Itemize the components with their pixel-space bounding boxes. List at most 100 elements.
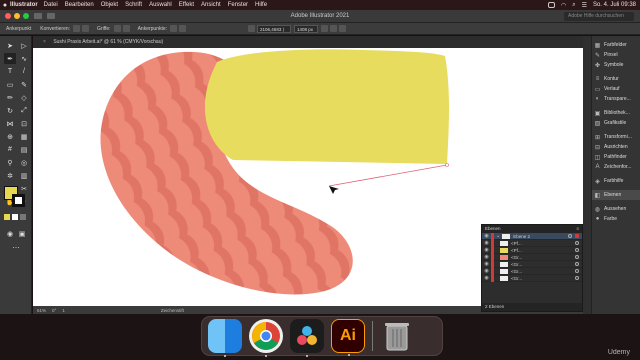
gradient-tool-icon[interactable]: ▤ — [18, 144, 30, 155]
none-mode-icon[interactable] — [20, 214, 26, 220]
eyedropper-tool-icon[interactable]: ⚲ — [4, 157, 16, 168]
panel-kontur[interactable]: ≡ Kontur — [592, 74, 640, 84]
brush-tool-icon[interactable]: ✎ — [18, 79, 30, 90]
perspective-tool-icon[interactable]: ▦ — [18, 131, 30, 142]
menu-fenster[interactable]: Fenster — [228, 2, 248, 8]
visibility-eye-icon[interactable]: ◉ — [482, 254, 491, 260]
arrange-icon[interactable] — [339, 25, 347, 32]
menu-hilfe[interactable]: Hilfe — [255, 2, 267, 8]
menu-effekt[interactable]: Effekt — [179, 2, 194, 8]
panel-bibliotheken[interactable]: ▣ Bibliothek... — [592, 108, 640, 118]
eraser-tool-icon[interactable]: ◇ — [18, 92, 30, 103]
graph-tool-icon[interactable]: ▥ — [18, 170, 30, 181]
pencil-tool-icon[interactable]: ✏ — [4, 92, 16, 103]
panel-zeichenformate[interactable]: A Zeichenfor... — [592, 162, 640, 172]
panel-ausrichten[interactable]: ⊟ Ausrichten — [592, 142, 640, 152]
width-tool-icon[interactable]: ⋈ — [4, 118, 16, 129]
apple-icon[interactable]: ● — [0, 2, 10, 9]
visibility-eye-icon[interactable]: ◉ — [482, 268, 491, 274]
panel-grafikstile[interactable]: ▧ Grafikstile — [592, 118, 640, 128]
scale-tool-icon[interactable]: ⤢ — [18, 105, 30, 116]
menu-datei[interactable]: Datei — [44, 2, 58, 8]
rectangle-tool-icon[interactable]: ▭ — [4, 79, 16, 90]
draw-mode-icon[interactable]: ◉ — [4, 228, 16, 239]
blend-tool-icon[interactable]: ◎ — [18, 157, 30, 168]
panel-farbfelder[interactable]: ▦ Farbfelder — [592, 40, 640, 50]
davinci-resolve-icon[interactable] — [290, 319, 324, 357]
convert-smooth-icon[interactable] — [82, 25, 90, 32]
target-icon[interactable] — [575, 255, 579, 259]
layer-row[interactable]: ◉ <Gr... — [482, 267, 582, 275]
layer-name[interactable]: Ebene 2 — [513, 234, 568, 239]
mesh-tool-icon[interactable]: # — [4, 144, 16, 155]
panel-farbe[interactable]: ● Farbe — [592, 214, 640, 224]
target-icon[interactable] — [575, 248, 579, 252]
layer-row-parent[interactable]: ◉ ⌄ Ebene 2 — [482, 232, 582, 240]
menu-bearbeiten[interactable]: Bearbeiten — [65, 2, 94, 8]
control-center-icon[interactable]: ☰ — [582, 2, 587, 9]
layer-row[interactable]: ◉ <Pf... — [482, 246, 582, 254]
close-tab-icon[interactable]: × — [43, 39, 46, 45]
yellow-shape[interactable] — [204, 49, 449, 164]
screen-mode-icon[interactable]: ▣ — [16, 228, 28, 239]
menu-ansicht[interactable]: Ansicht — [201, 2, 221, 8]
layer-row[interactable]: ◉ <Pf... — [482, 239, 582, 247]
visibility-eye-icon[interactable]: ◉ — [482, 261, 491, 267]
chrome-icon[interactable] — [249, 319, 283, 357]
trash-icon[interactable] — [380, 319, 414, 353]
panel-pathfinder[interactable]: ◫ Pathfinder — [592, 152, 640, 162]
battery-icon[interactable] — [547, 2, 555, 8]
panel-farbhilfe[interactable]: ◈ Farbhilfe — [592, 176, 640, 186]
panel-verlauf[interactable]: ▭ Verlauf — [592, 84, 640, 94]
show-handles-icon[interactable] — [113, 25, 121, 32]
cut-path-icon[interactable] — [179, 25, 187, 32]
panel-menu-icon[interactable]: ≡ — [576, 225, 579, 233]
target-icon[interactable] — [568, 234, 572, 238]
line-tool-icon[interactable]: / — [18, 66, 30, 77]
target-icon[interactable] — [575, 276, 579, 280]
panel-pinsel[interactable]: ✎ Pinsel — [592, 50, 640, 60]
stroke-color-swatch[interactable] — [12, 194, 25, 207]
hide-handles-icon[interactable] — [122, 25, 130, 32]
curvature-tool-icon[interactable]: ∿ — [18, 53, 30, 64]
menu-auswahl[interactable]: Auswahl — [149, 2, 172, 8]
y-field[interactable]: 1408 px — [294, 24, 319, 33]
visibility-eye-icon[interactable]: ◉ — [482, 275, 491, 281]
symbol-sprayer-tool-icon[interactable]: ✲ — [4, 170, 16, 181]
panel-symbole[interactable]: ✤ Symbole — [592, 60, 640, 70]
menu-app-name[interactable]: Illustrator — [10, 2, 38, 8]
convert-corner-icon[interactable] — [73, 25, 81, 32]
type-tool-icon[interactable]: T — [4, 66, 16, 77]
rotate-tool-icon[interactable]: ↻ — [4, 105, 16, 116]
shape-builder-tool-icon[interactable]: ⊕ — [4, 131, 16, 142]
layer-row[interactable]: ◉ <Gr... — [482, 260, 582, 268]
visibility-eye-icon[interactable]: ◉ — [482, 240, 491, 246]
pen-path-segment[interactable] — [328, 164, 448, 187]
target-icon[interactable] — [575, 241, 579, 245]
x-field[interactable]: 2106,4683 ⟩ — [257, 24, 292, 33]
slice-tool-icon[interactable]: ✂ — [18, 183, 30, 194]
illustrator-icon[interactable]: Ai — [331, 319, 365, 356]
transform-icon[interactable] — [321, 25, 329, 32]
search-icon[interactable]: ⌕ — [572, 2, 575, 9]
free-transform-tool-icon[interactable]: ⊡ — [18, 118, 30, 129]
menu-schrift[interactable]: Schrift — [125, 2, 142, 8]
color-mode-icon[interactable] — [4, 214, 10, 220]
anchor-point[interactable] — [445, 163, 449, 167]
layer-row[interactable]: ◉ <Gr... — [482, 253, 582, 261]
panel-transparenz[interactable]: ◐ Transpare... — [592, 94, 640, 104]
gradient-mode-icon[interactable] — [12, 214, 18, 220]
wifi-icon[interactable]: ◠ — [561, 2, 566, 9]
target-icon[interactable] — [575, 269, 579, 273]
rotation-angle[interactable]: 0° — [52, 308, 56, 313]
selection-indicator[interactable] — [575, 234, 579, 238]
expand-chevron-icon[interactable]: ⌄ — [496, 233, 500, 239]
help-search-input[interactable]: Adobe Hilfe durchsuchen — [564, 12, 634, 21]
document-tab[interactable]: × Sushi Praxis Arbeit.ai* @ 61 % (CMYK/V… — [33, 36, 583, 48]
menu-objekt[interactable]: Objekt — [101, 2, 118, 8]
edit-toolbar-icon[interactable]: ⋯ — [10, 242, 22, 253]
direct-selection-tool-icon[interactable]: ▷ — [18, 40, 30, 51]
selection-tool-icon[interactable]: ➤ — [4, 40, 16, 51]
align-icon[interactable] — [248, 25, 256, 32]
panel-aussehen[interactable]: ◍ Aussehen — [592, 204, 640, 214]
